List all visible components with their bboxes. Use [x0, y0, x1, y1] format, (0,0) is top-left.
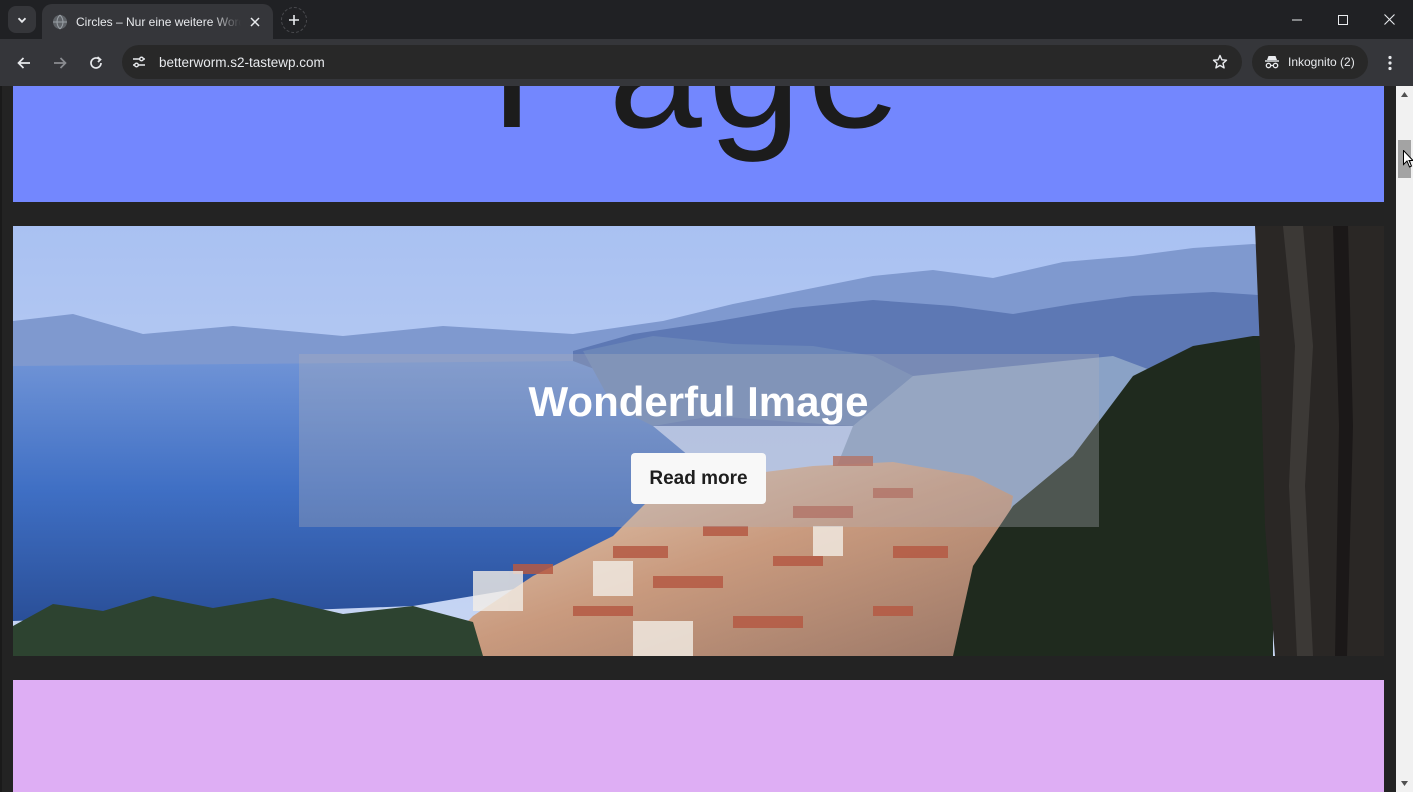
page-scrollbar[interactable] — [1396, 86, 1413, 792]
maximize-button[interactable] — [1320, 0, 1366, 39]
cover-block: Wonderful Image Read more — [13, 226, 1384, 656]
close-icon — [1383, 14, 1395, 25]
arrow-left-icon — [17, 57, 30, 69]
read-more-button[interactable]: Read more — [631, 453, 766, 504]
minimize-button[interactable] — [1274, 0, 1320, 39]
page-viewport: Page — [0, 86, 1396, 792]
globe-icon — [53, 14, 67, 29]
incognito-label: Inkognito (2) — [1288, 55, 1355, 69]
browser-toolbar: betterworm.s2-tastewp.com Inkognito (2) — [0, 39, 1413, 86]
page-edge — [0, 86, 2, 792]
reload-icon — [90, 56, 102, 69]
tab-close-button[interactable] — [247, 14, 263, 30]
reload-button[interactable] — [82, 49, 110, 77]
site-info-button[interactable] — [125, 48, 153, 76]
tune-icon — [133, 56, 145, 68]
close-icon — [250, 16, 260, 27]
browser-menu-button[interactable] — [1376, 49, 1404, 77]
url-text[interactable]: betterworm.s2-tastewp.com — [159, 55, 1206, 70]
lavender-section — [13, 680, 1384, 792]
arrow-down-icon — [1401, 781, 1408, 786]
tab-active[interactable]: Circles – Nur eine weitere WordPress-Web… — [42, 4, 273, 39]
minimize-icon — [1292, 19, 1302, 20]
bookmark-button[interactable] — [1206, 48, 1234, 76]
maximize-icon — [1338, 14, 1348, 25]
scroll-up-button[interactable] — [1396, 86, 1413, 103]
arrow-up-icon — [1401, 92, 1408, 97]
tab-search-button[interactable] — [8, 6, 36, 33]
close-window-button[interactable] — [1366, 0, 1412, 39]
plus-icon — [289, 15, 299, 25]
more-vert-icon — [1388, 55, 1392, 71]
cover-title: Wonderful Image — [528, 378, 869, 425]
address-bar[interactable]: betterworm.s2-tastewp.com — [122, 45, 1242, 79]
tab-strip: Circles – Nur eine weitere WordPress-Web… — [0, 0, 1413, 39]
incognito-icon — [1265, 56, 1279, 69]
mouse-cursor-icon — [1403, 150, 1413, 168]
tab-title: Circles – Nur eine weitere WordPress-Web… — [76, 14, 241, 29]
back-button[interactable] — [10, 49, 38, 77]
scroll-down-button[interactable] — [1396, 775, 1413, 792]
hero-section: Page — [13, 86, 1384, 202]
chevron-down-icon — [17, 17, 27, 23]
forward-button[interactable] — [46, 49, 74, 77]
star-icon — [1212, 54, 1228, 69]
new-tab-button[interactable] — [281, 7, 307, 33]
incognito-indicator[interactable]: Inkognito (2) — [1252, 45, 1368, 79]
hero-heading: Page — [13, 86, 1384, 164]
arrow-right-icon — [54, 57, 67, 69]
